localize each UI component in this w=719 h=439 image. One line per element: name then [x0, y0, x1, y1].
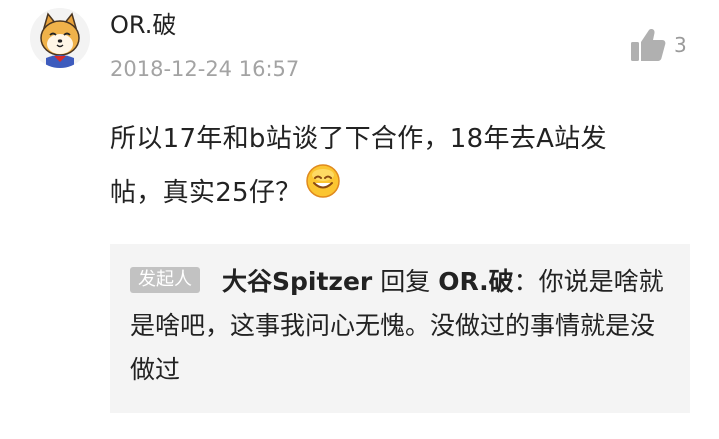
comment-item: OR.破 2018-12-24 16:57 3 所以17年和b站谈了下合作，18…: [0, 0, 719, 439]
like-count: 3: [674, 33, 687, 57]
like-button[interactable]: 3: [630, 26, 687, 64]
reply-text: 发起人 大谷Spitzer 回复 OR.破：你说是啥就是啥吧，这事我问心无愧。没做…: [130, 260, 670, 392]
smile-emoji-icon: [305, 163, 341, 218]
comment-content-line: 所以17年和b站谈了下合作，18年去A站发: [110, 124, 607, 154]
reply-author-link[interactable]: 大谷Spitzer: [222, 267, 372, 296]
reply-separator: ：: [513, 267, 539, 296]
reply-box: 发起人 大谷Spitzer 回复 OR.破：你说是啥就是啥吧，这事我问心无愧。没做…: [110, 244, 690, 413]
thumbs-up-icon: [631, 29, 666, 61]
comment-timestamp: 2018-12-24 16:57: [110, 57, 300, 81]
comment-content: 所以17年和b站谈了下合作，18年去A站发 帖，真实25仔？: [110, 112, 690, 221]
username-link[interactable]: OR.破: [110, 10, 176, 40]
comment-content-text: 帖，真实25仔？: [110, 178, 302, 208]
user-avatar[interactable]: [30, 8, 90, 68]
comment-content-line: 帖，真实25仔？: [110, 163, 690, 221]
reply-target-link[interactable]: OR.破: [438, 267, 513, 296]
author-badge: 发起人: [130, 267, 200, 293]
reply-word: 回复: [380, 267, 431, 296]
shiba-dog-avatar-icon: [30, 8, 90, 68]
